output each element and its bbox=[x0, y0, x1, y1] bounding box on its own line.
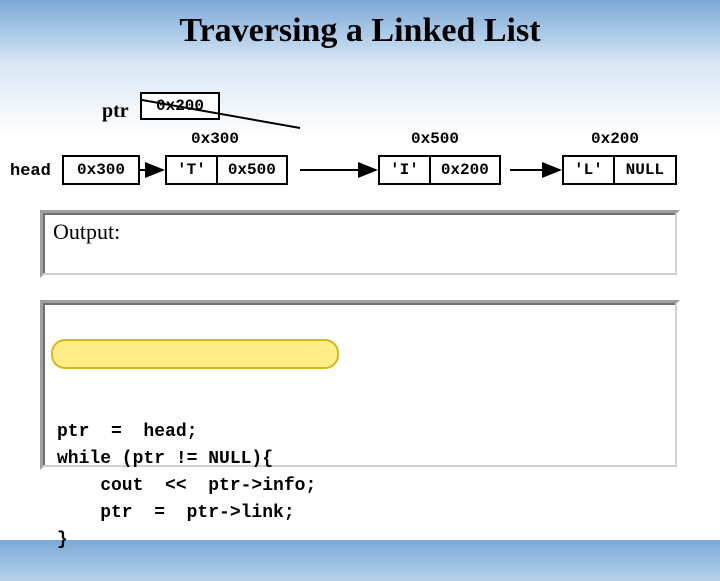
node-3-link: NULL bbox=[615, 157, 675, 183]
head-value-box: 0x300 bbox=[62, 155, 140, 185]
node-1-link: 0x500 bbox=[218, 157, 286, 183]
ptr-label: ptr bbox=[102, 100, 129, 123]
address-label-node3: 0x200 bbox=[580, 130, 650, 148]
node-3: 'L' NULL bbox=[562, 155, 677, 185]
output-panel: Output: bbox=[40, 210, 680, 278]
slide-title: Traversing a Linked List bbox=[0, 0, 720, 50]
node-3-info: 'L' bbox=[564, 157, 615, 183]
code-line-4: ptr = ptr->link; bbox=[57, 503, 295, 523]
code-highlight bbox=[51, 339, 339, 369]
code-line-1: ptr = head; bbox=[57, 422, 197, 442]
code-line-2: while (ptr != NULL){ bbox=[57, 449, 273, 469]
output-label: Output: bbox=[53, 219, 120, 244]
node-1: 'T' 0x500 bbox=[165, 155, 288, 185]
node-2-link: 0x200 bbox=[431, 157, 499, 183]
node-2-info: 'I' bbox=[380, 157, 431, 183]
address-label-node1: 0x300 bbox=[180, 130, 250, 148]
code-line-3: cout << ptr->info; bbox=[57, 476, 316, 496]
code-panel: ptr = head; while (ptr != NULL){ cout <<… bbox=[40, 300, 680, 470]
ptr-value-box: 0x200 bbox=[140, 92, 220, 120]
node-1-info: 'T' bbox=[167, 157, 218, 183]
head-label: head bbox=[10, 162, 51, 181]
address-label-node2: 0x500 bbox=[400, 130, 470, 148]
code-line-5: } bbox=[57, 530, 68, 550]
node-2: 'I' 0x200 bbox=[378, 155, 501, 185]
